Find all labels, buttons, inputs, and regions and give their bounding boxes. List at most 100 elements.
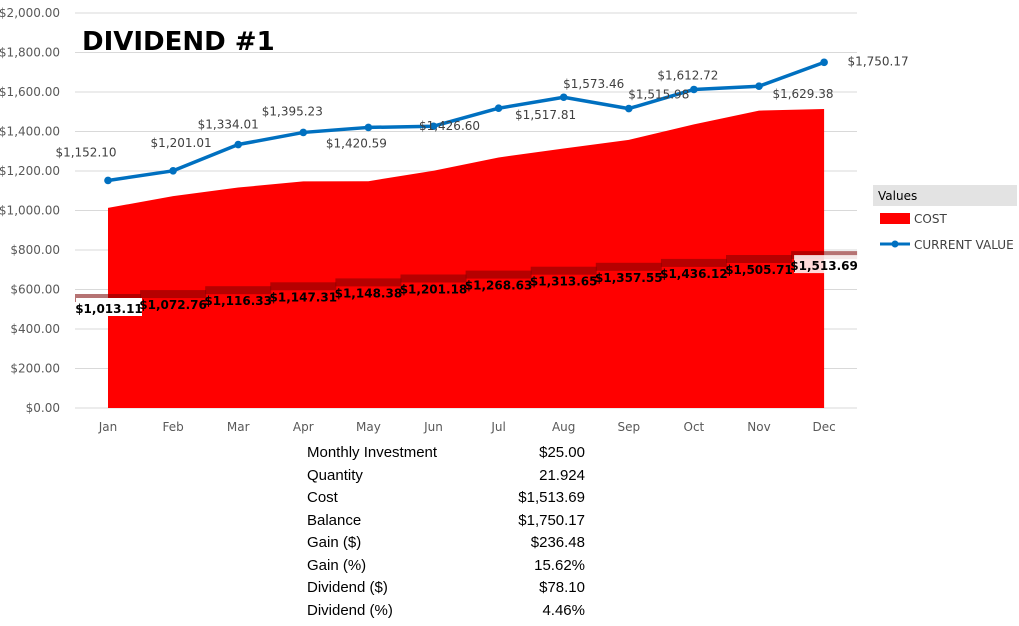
summary-row-dividend-percent: Dividend (%) 4.46% [303, 602, 603, 625]
current-value-point [104, 176, 112, 185]
summary-row-cost: Cost $1,513.69 [303, 489, 603, 512]
y-tick-label: $400.00 [10, 322, 60, 336]
legend: Values COST CURRENT VALUE [873, 185, 1017, 252]
cost-label-shadow [595, 262, 662, 271]
x-tick-label: Sep [617, 420, 640, 434]
current-value-point [169, 167, 177, 175]
x-axis: Jan Feb Mar Apr May Jun Jul Aug Sep Oct Nov Dec [98, 420, 836, 434]
cost-label-shadow [530, 266, 597, 275]
x-tick-label: Mar [227, 420, 250, 434]
cost-data-label: $1,147.31 [270, 290, 338, 304]
cost-label-shadow [400, 274, 467, 283]
cost-data-label: $1,148.38 [335, 286, 403, 300]
current-value-data-label: $1,426.60 [419, 119, 480, 133]
summary-label: Gain ($) [307, 534, 362, 551]
cost-data-label: $1,436.12 [660, 267, 728, 281]
summary-value: 15.62% [534, 556, 585, 574]
cost-data-label: $1,116.33 [204, 294, 272, 308]
x-tick-label: Jun [423, 420, 443, 434]
current-value-point [820, 58, 828, 67]
current-value-data-label: $1,629.38 [772, 87, 833, 101]
y-tick-label: $0.00 [26, 401, 60, 415]
cost-data-label: $1,313.65 [530, 275, 598, 289]
current-value-point [234, 140, 242, 149]
current-value-point [690, 85, 698, 94]
legend-current-value-marker [891, 240, 899, 248]
x-tick-label: Oct [684, 420, 705, 434]
x-tick-label: Feb [162, 420, 183, 434]
cost-data-label: $1,072.76 [139, 298, 207, 312]
dividend-chart: DIVIDEND #1 $0.00$200.00$400.00$600.00$8… [0, 6, 1017, 434]
y-tick-label: $600.00 [10, 283, 60, 297]
cost-label-shadow [205, 286, 272, 295]
x-tick-label: Apr [293, 420, 314, 434]
current-value-point [755, 82, 763, 90]
y-tick-label: $1,000.00 [0, 204, 60, 218]
summary-value: $1,513.69 [518, 489, 585, 506]
cost-data-label: $1,357.55 [595, 271, 663, 285]
legend-current-value-label: CURRENT VALUE [914, 238, 1014, 252]
current-value-data-label: $1,612.72 [657, 68, 718, 82]
legend-cost-label: COST [914, 212, 947, 226]
current-value-data-label: $1,573.46 [563, 77, 624, 91]
y-tick-label: $1,400.00 [0, 125, 60, 139]
summary-label: Dividend ($) [307, 579, 388, 596]
current-value-data-label: $1,750.17 [848, 54, 909, 68]
cost-label-shadow [726, 255, 792, 263]
current-value-point [299, 128, 308, 137]
current-value-point [494, 104, 503, 113]
x-tick-label: Jan [98, 420, 118, 434]
summary-label: Gain (%) [307, 556, 367, 574]
summary-label: Dividend (%) [307, 601, 393, 619]
cost-data-label: $1,013.11 [75, 302, 143, 316]
summary-row-gain-dollars: Gain ($) $236.48 [303, 534, 603, 557]
summary-label: Monthly Investment [307, 444, 438, 461]
current-value-data-label: $1,420.59 [326, 136, 387, 150]
y-tick-label: $800.00 [10, 243, 60, 257]
current-value-point [559, 93, 568, 102]
x-tick-label: May [356, 420, 381, 434]
legend-title: Values [878, 189, 917, 203]
summary-value: $78.10 [539, 579, 585, 596]
current-value-data-label: $1,517.81 [515, 108, 576, 122]
cost-label-shadow [465, 270, 532, 279]
x-tick-label: Dec [812, 420, 835, 434]
summary-value: $236.48 [530, 534, 585, 551]
y-tick-label: $1,200.00 [0, 164, 60, 178]
summary-label: Cost [307, 489, 338, 506]
current-value-data-label: $1,201.01 [151, 136, 212, 150]
current-value-point [625, 104, 633, 113]
cost-data-label: $1,513.69 [790, 259, 858, 273]
x-tick-label: Nov [747, 420, 770, 434]
y-tick-label: $1,800.00 [0, 46, 60, 60]
current-value-point [364, 123, 373, 132]
summary-row-monthly-investment: Monthly Investment $25.00 [303, 444, 603, 467]
current-value-data-label: $1,152.10 [55, 145, 116, 159]
cost-data-label: $1,505.71 [725, 263, 793, 277]
summary-row-balance: Balance $1,750.17 [303, 512, 603, 535]
summary-row-quantity: Quantity 21.924 [303, 467, 603, 490]
summary-value: 21.924 [539, 466, 585, 484]
cost-label-shadow [335, 278, 402, 287]
y-tick-label: $200.00 [10, 362, 60, 376]
legend-cost-swatch [880, 213, 910, 224]
summary-table: Monthly Investment $25.00 Quantity 21.924 … [303, 444, 603, 624]
current-value-data-label: $1,395.23 [262, 104, 323, 118]
y-tick-label: $1,600.00 [0, 85, 60, 99]
current-value-data-label: $1,334.01 [198, 118, 259, 132]
current-value-data-label: $1,515.98 [628, 88, 689, 102]
summary-value: 4.46% [542, 601, 585, 619]
cost-label-shadow [140, 290, 207, 299]
summary-value: $1,750.17 [518, 511, 585, 529]
summary-row-gain-percent: Gain (%) 15.62% [303, 557, 603, 580]
summary-label: Quantity [307, 466, 363, 484]
cost-data-label: $1,201.18 [400, 283, 468, 297]
cost-label-shadow [270, 282, 337, 291]
y-tick-label: $2,000.00 [0, 6, 60, 20]
summary-row-dividend-dollars: Dividend ($) $78.10 [303, 579, 603, 602]
summary-value: $25.00 [539, 444, 585, 461]
cost-data-label: $1,268.63 [465, 279, 533, 293]
x-tick-label: Aug [552, 420, 575, 434]
summary-label: Balance [307, 511, 362, 529]
y-axis: $0.00 $200.00 $400.00 $600.00 $800.00 $1,000.… [0, 6, 60, 415]
